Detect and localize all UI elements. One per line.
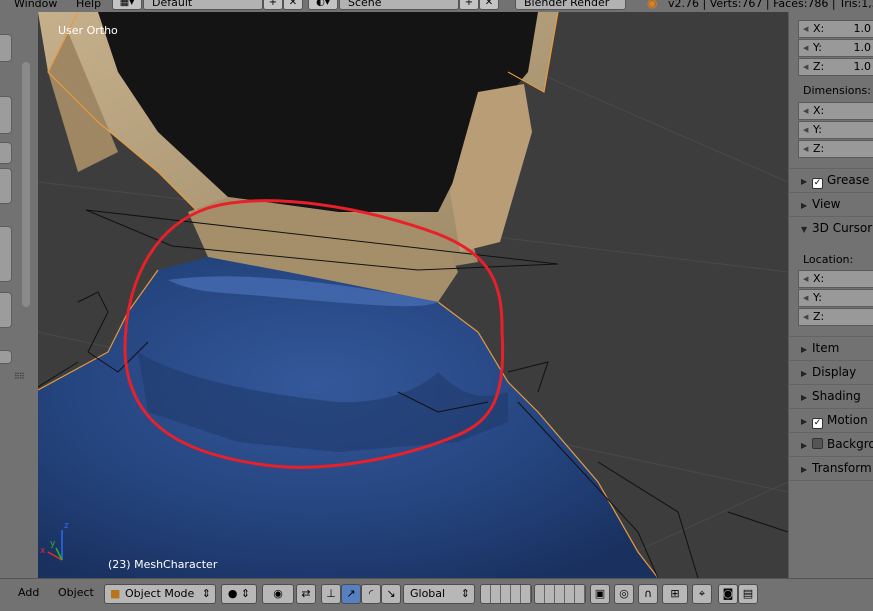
expand-arrow-icon: ▶	[801, 417, 808, 426]
axis-y-label: y	[50, 539, 56, 549]
object-cube-icon: ■	[110, 587, 121, 600]
add-layout-icon[interactable]: +	[263, 0, 283, 10]
view-label: User Ortho	[58, 24, 118, 37]
panel-view[interactable]: ▶ View	[801, 197, 840, 211]
dimensions-y-field[interactable]: ◀ Y:	[798, 121, 873, 139]
panel-display[interactable]: ▶ Display	[801, 365, 856, 379]
grease-checkbox[interactable]: ✓	[812, 178, 823, 189]
snap-target-icon[interactable]: ⌖	[692, 584, 712, 604]
expand-arrow-icon: ▶	[801, 345, 808, 354]
remove-layout-icon[interactable]: ✕	[283, 0, 303, 10]
tool-tab-7[interactable]	[0, 350, 12, 364]
manipulator-toggle-icon[interactable]: ⇄	[296, 584, 316, 604]
tool-tab-1[interactable]	[0, 34, 12, 62]
render-animation-icon[interactable]: ▤	[738, 584, 758, 604]
scale-manipulator-icon[interactable]: ↘	[381, 584, 401, 604]
translate-manipulator-icon[interactable]: ⊥	[321, 584, 341, 604]
solid-sphere-icon: ●	[227, 587, 238, 600]
expand-arrow-icon: ▶	[801, 369, 808, 378]
add-scene-icon[interactable]: +	[459, 0, 479, 10]
top-header: Window Help ▦▾ Default + ✕ ◐▾ Scene + ✕ …	[0, 0, 873, 12]
tool-tab-5[interactable]	[0, 226, 12, 282]
dropdown-arrows-icon: ⇕	[460, 587, 470, 600]
proportional-edit-icon[interactable]: ◎	[614, 584, 634, 604]
menu-object[interactable]: Object	[58, 586, 94, 599]
axis-x-label: x	[40, 546, 46, 556]
location-x-field[interactable]: ◀ X: 1.0	[798, 20, 873, 38]
layer-buttons-2[interactable]	[534, 584, 586, 604]
viewport-scene: z x y	[38, 12, 788, 578]
move-arrow-icon[interactable]: ↗	[341, 584, 361, 604]
collapse-arrow-icon: ▼	[801, 225, 808, 234]
transform-orientation-dropdown[interactable]: Global ⇕	[403, 584, 475, 604]
render-engine-dropdown[interactable]: Blender Render	[515, 0, 626, 10]
scene-stats: v2.76 | Verts:767 | Faces:786 | Tris:1,5…	[668, 0, 873, 10]
expand-arrow-icon: ▶	[801, 177, 808, 186]
remove-scene-icon[interactable]: ✕	[479, 0, 499, 10]
menu-window[interactable]: Window	[14, 0, 57, 10]
panel-shading[interactable]: ▶ Shading	[801, 389, 861, 403]
expand-arrow-icon: ▶	[801, 465, 808, 474]
snap-element-icon[interactable]: ⊞	[662, 584, 688, 604]
expand-arrow-icon: ▶	[801, 201, 808, 210]
motion-checkbox[interactable]: ✓	[812, 418, 823, 429]
screen-layout-dropdown[interactable]: Default	[143, 0, 263, 10]
tool-tab-6[interactable]	[0, 292, 12, 328]
screen-layout-icon[interactable]: ▦▾	[112, 0, 142, 10]
render-camera-icon[interactable]: ◙	[718, 584, 738, 604]
scene-dropdown[interactable]: Scene	[339, 0, 459, 10]
tool-tab-3[interactable]	[0, 142, 12, 164]
menu-help[interactable]: Help	[76, 0, 101, 10]
panel-item[interactable]: ▶ Item	[801, 341, 839, 355]
cursor-y-field[interactable]: ◀ Y:	[798, 289, 873, 307]
layer-buttons-1[interactable]	[480, 584, 532, 604]
scene-icon[interactable]: ◐▾	[308, 0, 338, 10]
tool-shelf: ⠿⠿	[0, 12, 38, 578]
lock-layers-icon[interactable]: ▣	[590, 584, 610, 604]
tool-tab-2[interactable]	[0, 96, 12, 134]
toolshelf-scrollbar[interactable]	[22, 62, 30, 307]
expand-arrow-icon: ▶	[801, 393, 808, 402]
panel-background-images[interactable]: ▶ Backgro	[801, 437, 873, 451]
active-object-label: (23) MeshCharacter	[108, 558, 218, 571]
panel-transform-orientations[interactable]: ▶ Transform	[801, 461, 872, 475]
pivot-icon: ◉	[273, 587, 283, 600]
dimensions-label: Dimensions:	[803, 84, 871, 97]
cursor-x-field[interactable]: ◀ X:	[798, 270, 873, 288]
viewport-shading-dropdown[interactable]: ● ⇕	[221, 584, 257, 604]
cursor-z-field[interactable]: ◀ Z:	[798, 308, 873, 326]
expand-arrow-icon: ▶	[801, 441, 808, 450]
dimensions-x-field[interactable]: ◀ X:	[798, 102, 873, 120]
viewport-header: Add Object ■ Object Mode ⇕ ● ⇕ ◉ ⇄ ⊥ ↗ ◜…	[0, 578, 873, 611]
location-y-field[interactable]: ◀ Y: 1.0	[798, 39, 873, 57]
blender-logo-icon: ◉	[647, 0, 658, 10]
mode-dropdown[interactable]: ■ Object Mode ⇕	[104, 584, 216, 604]
properties-panel: ◀ X: 1.0 ◀ Y: 1.0 ◀ Z: 1.0 Dimensions: ◀ X: ◀ Y:…	[788, 12, 873, 578]
location-z-field[interactable]: ◀ Z: 1.0	[798, 58, 873, 76]
tool-tab-4[interactable]	[0, 168, 12, 204]
dropdown-arrows-icon: ⇕	[201, 587, 211, 600]
pivot-point-dropdown[interactable]: ◉	[262, 584, 294, 604]
3d-viewport[interactable]: z x y User Ortho (23) MeshCharacter	[38, 12, 788, 578]
panel-3d-cursor[interactable]: ▼ 3D Cursor	[801, 221, 872, 235]
panel-motion-tracking[interactable]: ▶ ✓ Motion	[801, 413, 868, 429]
background-checkbox[interactable]	[812, 438, 823, 449]
rotate-manipulator-icon[interactable]: ◜	[361, 584, 381, 604]
axis-z-label: z	[64, 521, 69, 531]
cursor-location-label: Location:	[803, 253, 854, 266]
panel-resize-handle-icon[interactable]: ⠿⠿	[14, 372, 28, 381]
snap-magnet-icon[interactable]: ∩	[638, 584, 658, 604]
dimensions-z-field[interactable]: ◀ Z:	[798, 140, 873, 158]
panel-grease-pencil[interactable]: ▶ ✓ Grease	[801, 173, 869, 189]
menu-add[interactable]: Add	[18, 586, 39, 599]
